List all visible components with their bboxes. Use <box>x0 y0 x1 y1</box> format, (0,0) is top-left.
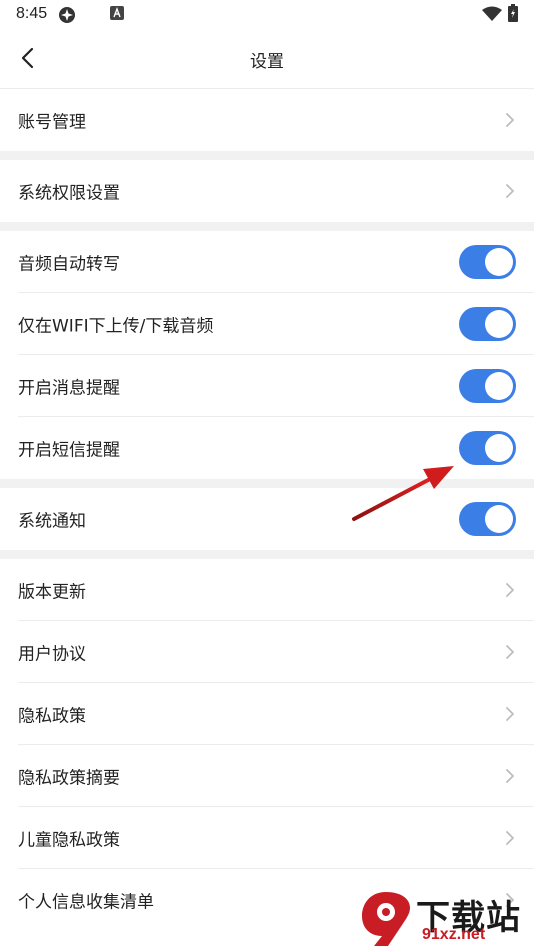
toggle-row: 音频自动转写 <box>0 231 534 293</box>
status-time: 8:45 <box>16 5 48 22</box>
watermark-url: 91xz.net <box>422 926 486 943</box>
section-divider <box>0 151 534 160</box>
toggle-row: 开启消息提醒 <box>0 355 534 417</box>
section-divider <box>0 479 534 488</box>
row-label: 开启消息提醒 <box>18 378 120 399</box>
toggle-switch[interactable] <box>459 369 516 403</box>
toggle-switch[interactable] <box>459 502 516 536</box>
section-divider <box>0 550 534 559</box>
toggle-switch[interactable] <box>459 431 516 465</box>
watermark-badge-icon <box>362 892 410 946</box>
toggle-row: 仅在WIFI下上传/下载音频 <box>0 293 534 355</box>
vpn-icon <box>59 7 75 23</box>
chevron-right-icon <box>506 707 514 721</box>
row-label: 儿童隐私政策 <box>18 830 120 851</box>
row-label: 隐私政策摘要 <box>18 768 120 789</box>
settings-link-row[interactable]: 系统权限设置 <box>0 160 534 222</box>
page-title: 设置 <box>250 52 284 72</box>
watermark-logo: 下载站 91xz.net <box>356 888 532 948</box>
chevron-right-icon <box>506 769 514 783</box>
settings-link-row[interactable]: 隐私政策 <box>0 683 534 745</box>
row-label: 隐私政策 <box>18 706 86 727</box>
settings-link-row[interactable]: 隐私政策摘要 <box>0 745 534 807</box>
chevron-right-icon <box>506 831 514 845</box>
section-divider <box>0 222 534 231</box>
row-label: 仅在WIFI下上传/下载音频 <box>18 316 214 337</box>
toggle-knob <box>485 372 513 400</box>
row-label: 开启短信提醒 <box>18 440 120 461</box>
row-label: 版本更新 <box>18 582 86 603</box>
chevron-right-icon <box>506 583 514 597</box>
toggle-knob <box>485 434 513 462</box>
row-label: 系统通知 <box>18 511 86 532</box>
toggle-knob <box>485 505 513 533</box>
battery-icon <box>508 4 518 22</box>
chevron-right-icon <box>506 113 514 127</box>
settings-link-row[interactable]: 用户协议 <box>0 621 534 683</box>
toggle-knob <box>485 248 513 276</box>
row-label: 系统权限设置 <box>18 183 120 204</box>
settings-link-row[interactable]: 版本更新 <box>0 559 534 621</box>
settings-link-row[interactable]: 账号管理 <box>0 89 534 151</box>
toggle-switch[interactable] <box>459 307 516 341</box>
row-label: 账号管理 <box>18 112 86 133</box>
wifi-icon <box>482 6 502 21</box>
row-label: 个人信息收集清单 <box>18 892 154 913</box>
chevron-right-icon <box>506 645 514 659</box>
toggle-knob <box>485 310 513 338</box>
app-notification-icon <box>110 6 124 20</box>
status-bar: 8:45 <box>0 0 534 28</box>
chevron-right-icon <box>506 184 514 198</box>
toggle-row: 系统通知 <box>0 488 534 550</box>
settings-list: 账号管理系统权限设置 音频自动转写仅在WIFI下上传/下载音频 开启消息提醒 开启短信… <box>0 89 534 931</box>
toggle-row: 开启短信提醒 <box>0 417 534 479</box>
toggle-switch[interactable] <box>459 245 516 279</box>
row-label: 用户协议 <box>18 644 86 665</box>
app-bar: 设置 <box>0 28 534 89</box>
row-label: 音频自动转写 <box>18 254 120 275</box>
settings-link-row[interactable]: 儿童隐私政策 <box>0 807 534 869</box>
